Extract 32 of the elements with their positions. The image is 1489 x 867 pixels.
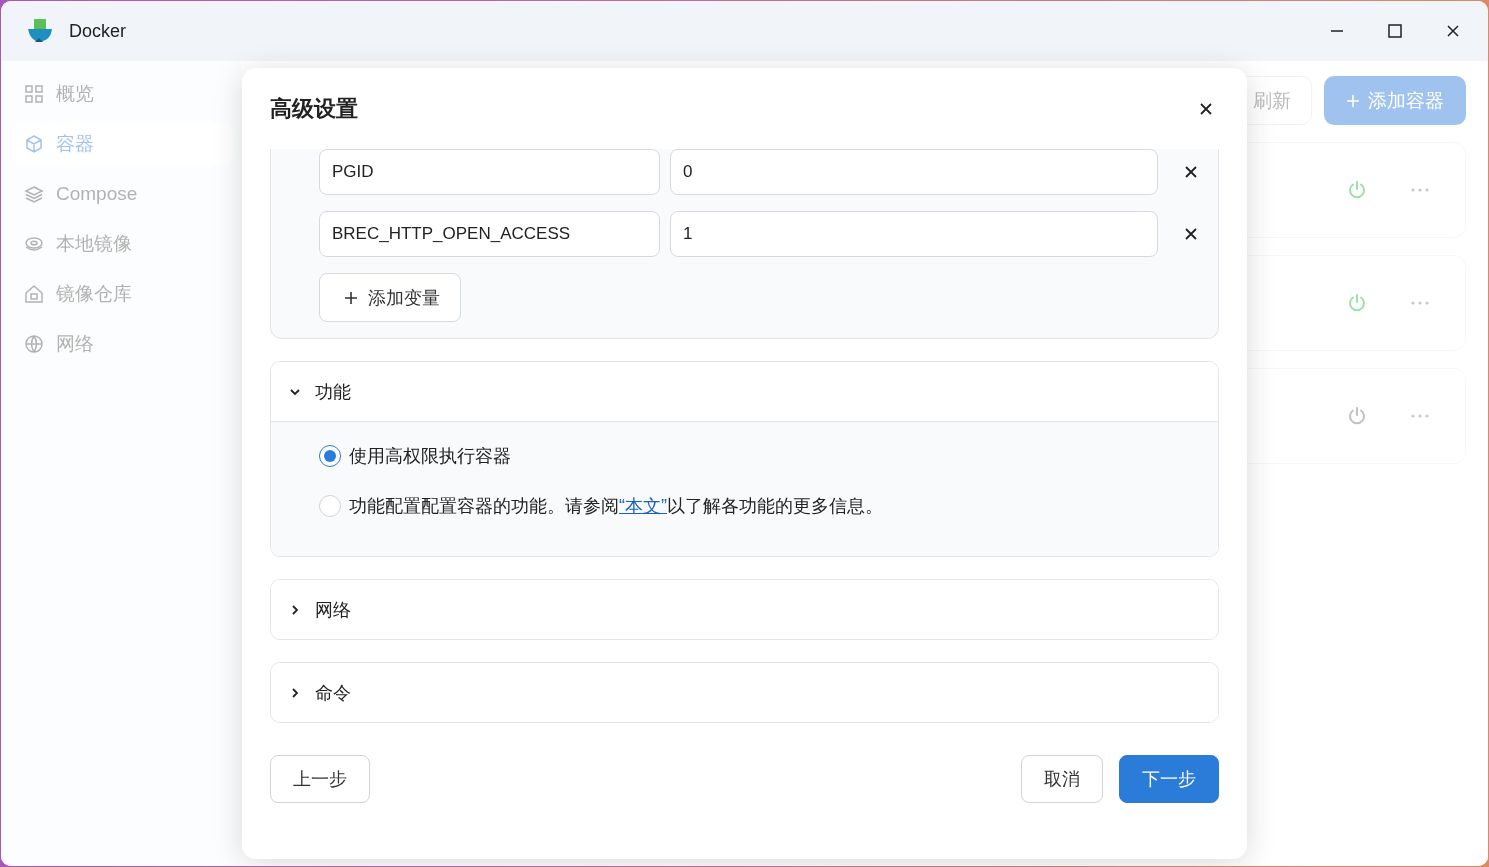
add-variable-button[interactable]: 添加变量: [319, 273, 461, 322]
section-header[interactable]: 网络: [271, 580, 1218, 639]
section-title: 网络: [315, 598, 351, 622]
variable-name-field[interactable]: BREC_HTTP_OPEN_ACCESS: [319, 211, 660, 257]
plus-icon: [344, 290, 358, 305]
window-title: Docker: [69, 20, 127, 42]
disk-icon: [24, 234, 44, 254]
next-button[interactable]: 下一步: [1119, 755, 1219, 803]
cube-icon: [24, 134, 44, 154]
section-header[interactable]: 命令: [271, 663, 1218, 722]
close-icon: [1446, 24, 1460, 38]
remove-icon[interactable]: [1184, 227, 1198, 241]
article-link[interactable]: “本文”: [619, 496, 667, 516]
remove-icon[interactable]: [1184, 165, 1198, 179]
cancel-button[interactable]: 取消: [1021, 755, 1103, 803]
close-icon[interactable]: [1199, 101, 1213, 116]
globe-icon: [24, 334, 44, 354]
radio-button[interactable]: [319, 445, 341, 467]
variable-value-field[interactable]: 0: [670, 149, 1158, 195]
option-label: 使用高权限执行容器: [349, 445, 511, 468]
option-label: 功能配置配置容器的功能。请参阅“本文”以了解各功能的更多信息。: [349, 495, 883, 518]
maximize-icon: [1388, 24, 1402, 38]
house-icon: [24, 284, 44, 304]
variable-name-field[interactable]: PGID: [319, 149, 660, 195]
back-button[interactable]: 上一步: [270, 755, 370, 803]
section-title: 功能: [315, 380, 351, 404]
dialog-title: 高级设置: [270, 94, 358, 123]
section-title: 命令: [315, 681, 351, 705]
plus-icon: [1346, 93, 1360, 108]
layers-icon: [24, 184, 44, 204]
variable-value-field[interactable]: 1: [670, 211, 1158, 257]
grid-icon: [24, 84, 44, 104]
